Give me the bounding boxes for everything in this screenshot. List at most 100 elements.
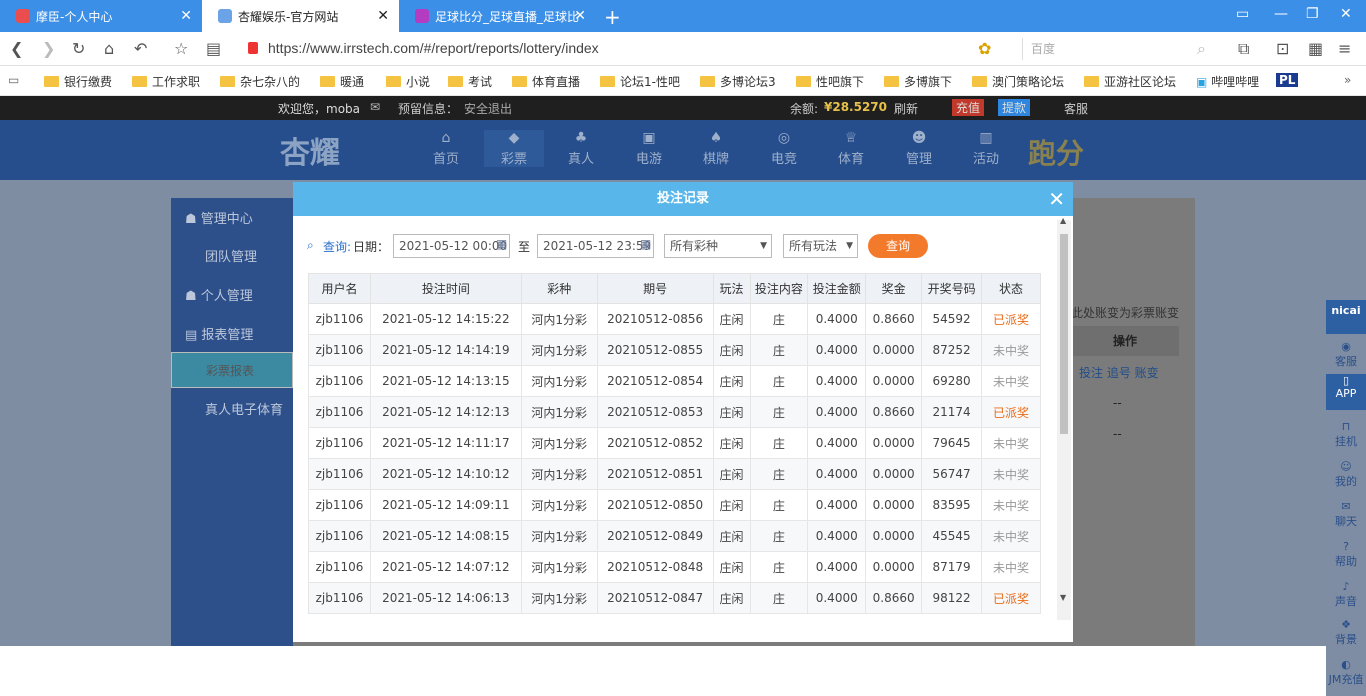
lottery-select[interactable]: 所有彩种 ▼ xyxy=(664,234,772,258)
table-row[interactable]: zjb1106 2021-05-12 14:09:11 河内1分彩 20210512-… xyxy=(308,489,1041,521)
sidebar-hang[interactable]: ⊓ 挂机 xyxy=(1326,420,1366,449)
reader-icon[interactable]: ▤ xyxy=(206,39,221,58)
close-tab-icon[interactable]: ✕ xyxy=(377,8,389,24)
bookmark-item[interactable]: 多博论坛3 xyxy=(700,73,776,90)
table-row[interactable]: zjb1106 2021-05-12 14:08:15 河内1分彩 20210512-… xyxy=(308,520,1041,552)
bookmark-item[interactable]: 银行缴费 xyxy=(44,73,112,90)
sidebar-sound[interactable]: ♪ 声音 xyxy=(1326,580,1366,609)
back-icon[interactable]: ❮ xyxy=(10,39,23,58)
menu-management-center[interactable]: ☗ 管理中心 xyxy=(171,208,293,227)
table-row[interactable]: zjb1106 2021-05-12 14:14:19 河内1分彩 20210512-… xyxy=(308,334,1041,366)
sidebar-toggle-icon[interactable]: ▭ xyxy=(1236,6,1249,22)
table-cell: 20210512-0854 xyxy=(596,365,714,397)
sidebar-chat[interactable]: ✉ 聊天 xyxy=(1326,500,1366,529)
scroll-down-icon[interactable]: ▼ xyxy=(1060,593,1066,602)
table-row[interactable]: zjb1106 2021-05-12 14:12:13 河内1分彩 20210512-… xyxy=(308,396,1041,428)
bookmark-item[interactable]: 亚游社区论坛 xyxy=(1084,73,1176,90)
table-row[interactable]: zjb1106 2021-05-12 14:10:12 河内1分彩 20210512-… xyxy=(308,458,1041,490)
close-window-icon[interactable]: ✕ xyxy=(1340,6,1352,22)
bookmark-item[interactable]: ▣ 哔哩哔哩 xyxy=(1196,73,1259,90)
menu-reports[interactable]: ▤ 报表管理 xyxy=(171,324,293,343)
minimize-icon[interactable]: — xyxy=(1274,6,1288,22)
browser-tab[interactable]: 足球比分_足球直播_足球比 ✕ xyxy=(399,0,596,32)
nav-home[interactable]: ⌂ 首页 xyxy=(416,130,476,167)
table-row[interactable]: zjb1106 2021-05-12 14:13:15 河内1分彩 20210512-… xyxy=(308,365,1041,397)
url-field[interactable]: https://www.irrstech.com/#/report/report… xyxy=(268,40,599,56)
row-action-links[interactable]: 投注 追号 账变 xyxy=(1079,364,1159,381)
menu-team[interactable]: 团队管理 xyxy=(171,246,293,265)
paofen-logo[interactable]: 跑分 xyxy=(1028,132,1084,172)
menu-live-report[interactable]: 真人电子体育 xyxy=(171,399,293,418)
close-tab-icon[interactable]: ✕ xyxy=(574,8,586,24)
calendar-icon[interactable]: ▦ xyxy=(496,237,507,251)
scrollbar-thumb[interactable] xyxy=(1060,234,1068,434)
service-link[interactable]: 客服 xyxy=(1064,100,1088,117)
star-icon[interactable]: ☆ xyxy=(174,39,188,58)
date-to-input[interactable]: 2021-05-12 23:59 xyxy=(537,234,654,258)
home-icon[interactable]: ⌂ xyxy=(104,39,114,58)
play-select[interactable]: 所有玩法 ▼ xyxy=(783,234,858,258)
nav-manage[interactable]: ☻ 管理 xyxy=(889,130,949,167)
bookmark-item[interactable]: 体育直播 xyxy=(512,73,580,90)
close-icon[interactable]: ✕ xyxy=(1048,182,1065,216)
calendar-icon[interactable]: ▦ xyxy=(640,237,651,251)
bookmarks-toggle-icon[interactable]: ▭ xyxy=(8,73,19,87)
nav-sports[interactable]: ♕ 体育 xyxy=(821,130,881,167)
bookmark-item[interactable]: PL xyxy=(1276,73,1299,87)
withdraw-button[interactable]: 提款 xyxy=(998,99,1031,116)
browser-tab[interactable]: 摩臣-个人中心 ✕ xyxy=(0,0,202,32)
nav-slot[interactable]: ▣ 电游 xyxy=(619,130,679,167)
table-row[interactable]: zjb1106 2021-05-12 14:11:17 河内1分彩 20210512-… xyxy=(308,427,1041,459)
sidebar-service[interactable]: ◉ 客服 xyxy=(1326,340,1366,369)
undo-icon[interactable]: ↶ xyxy=(134,39,147,58)
restore-icon[interactable]: ❐ xyxy=(1306,6,1319,22)
crop-icon[interactable]: ⧉ xyxy=(1238,39,1249,59)
nav-esports[interactable]: ◎ 电竞 xyxy=(754,130,814,167)
menu-icon[interactable]: ≡ xyxy=(1338,39,1351,58)
table-row[interactable]: zjb1106 2021-05-12 14:15:22 河内1分彩 20210512-… xyxy=(308,303,1041,335)
table-row[interactable]: zjb1106 2021-05-12 14:06:13 河内1分彩 20210512-… xyxy=(308,582,1041,614)
nav-chess[interactable]: ♠ 棋牌 xyxy=(686,130,746,167)
nav-lottery[interactable]: ◆ 彩票 xyxy=(484,130,544,167)
bookmark-item[interactable]: 澳门策略论坛 xyxy=(972,73,1064,90)
reload-icon[interactable]: ↻ xyxy=(72,39,85,58)
apps-icon[interactable]: ▦ xyxy=(1308,39,1323,58)
nav-live[interactable]: ♣ 真人 xyxy=(551,130,611,167)
bookmark-item[interactable]: 论坛1-性吧 xyxy=(600,73,680,90)
forward-icon[interactable]: ❯ xyxy=(42,39,55,58)
new-tab-icon[interactable]: + xyxy=(604,5,621,29)
extension-icon[interactable]: ✿ xyxy=(978,39,991,58)
bookmark-item[interactable]: 小说 xyxy=(386,73,430,90)
site-logo[interactable]: 杏耀 xyxy=(280,128,340,172)
bookmark-item[interactable]: 暖通 xyxy=(320,73,364,90)
sidebar-mine[interactable]: ☺ 我的 xyxy=(1326,460,1366,489)
modal-scrollbar[interactable]: ▲ ▼ xyxy=(1057,216,1071,620)
sidebar-background[interactable]: ❖ 背景 xyxy=(1326,618,1366,647)
sidebar-jm-recharge[interactable]: ◐ JM充值 xyxy=(1326,658,1366,687)
sidebar-help[interactable]: ? 帮助 xyxy=(1326,540,1366,569)
logout-link[interactable]: 安全退出 xyxy=(464,100,512,117)
sidebar-nicai[interactable]: nicai xyxy=(1326,300,1366,334)
mail-icon[interactable]: ✉ xyxy=(370,100,380,114)
close-tab-icon[interactable]: ✕ xyxy=(180,8,192,24)
menu-personal[interactable]: ☗ 个人管理 xyxy=(171,285,293,304)
menu-lottery-report[interactable]: 彩票报表 xyxy=(171,352,293,388)
search-input[interactable]: 百度 xyxy=(1022,38,1220,60)
search-icon[interactable]: ⌕ xyxy=(1197,39,1206,59)
query-button[interactable]: 查询 xyxy=(868,234,928,258)
nav-activity[interactable]: ▥ 活动 xyxy=(956,130,1016,167)
bookmark-item[interactable]: 多博旗下 xyxy=(884,73,952,90)
bookmark-item[interactable]: 考试 xyxy=(448,73,492,90)
scroll-up-icon[interactable]: ▲ xyxy=(1060,216,1066,225)
browser-tab-active[interactable]: 杏耀娱乐-官方网站 ✕ xyxy=(202,0,399,32)
screenshot-icon[interactable]: ⊡ xyxy=(1276,39,1289,58)
bookmark-item[interactable]: 工作求职 xyxy=(132,73,200,90)
deposit-button[interactable]: 充值 xyxy=(952,99,985,116)
refresh-link[interactable]: 刷新 xyxy=(894,100,918,117)
date-from-input[interactable]: 2021-05-12 00:00 xyxy=(393,234,510,258)
bookmark-item[interactable]: 杂七杂八的 xyxy=(220,73,300,90)
table-row[interactable]: zjb1106 2021-05-12 14:07:12 河内1分彩 20210512-… xyxy=(308,551,1041,583)
bookmark-item[interactable]: 性吧旗下 xyxy=(796,73,864,90)
more-bookmarks-icon[interactable]: » xyxy=(1344,73,1351,87)
sidebar-app[interactable]: ▯ APP xyxy=(1326,374,1366,410)
